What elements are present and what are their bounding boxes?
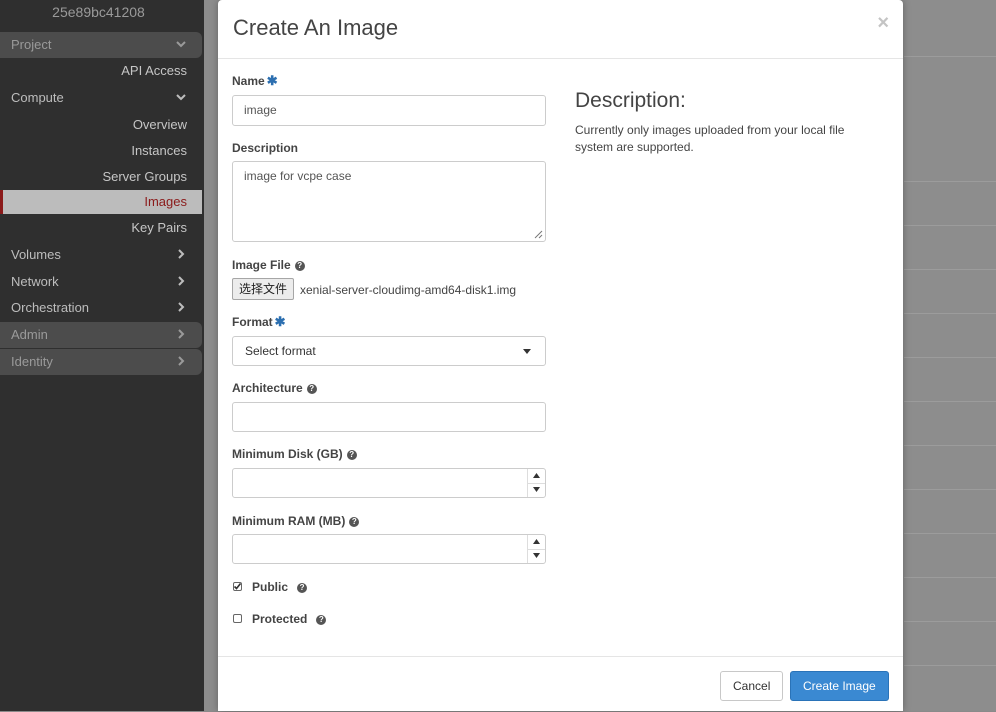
- stepper-up-icon[interactable]: [528, 535, 545, 550]
- modal-header: Create An Image ×: [218, 0, 903, 59]
- project-id: 25e89bc41208: [52, 4, 145, 20]
- checkmark-icon: [233, 583, 242, 590]
- protected-label-text: Protected: [252, 612, 308, 626]
- format-label: Format ✱: [232, 314, 286, 330]
- description-value: image for vcpe case: [244, 169, 352, 183]
- divider: [904, 665, 996, 666]
- divider: [904, 56, 996, 57]
- format-select-value: Select format: [245, 344, 316, 358]
- choose-file-button[interactable]: 选择文件: [232, 278, 295, 300]
- name-input[interactable]: image: [232, 95, 546, 126]
- help-panel-title: Description:: [575, 89, 686, 112]
- min-disk-input[interactable]: [232, 468, 546, 498]
- chevron-right-icon: [174, 295, 188, 321]
- selected-file-name: xenial-server-cloudimg-amd64-disk1.img: [300, 283, 517, 297]
- help-icon[interactable]: ?: [297, 583, 308, 593]
- protected-checkbox[interactable]: [233, 614, 242, 623]
- public-checkbox[interactable]: [233, 582, 242, 591]
- divider: [904, 401, 996, 402]
- divider: [904, 313, 996, 314]
- help-icon[interactable]: ?: [316, 615, 327, 625]
- description-textarea[interactable]: image for vcpe case: [232, 161, 546, 242]
- stepper-up-icon[interactable]: [528, 469, 545, 484]
- required-icon: ✱: [274, 314, 286, 329]
- chevron-right-icon: [174, 322, 188, 348]
- name-label-text: Name: [232, 74, 265, 88]
- min-ram-label: Minimum RAM (MB)?: [232, 514, 360, 528]
- required-icon: ✱: [266, 73, 278, 88]
- sidebar-item-identity[interactable]: Identity: [0, 349, 202, 375]
- sidebar-item-key-pairs[interactable]: Key Pairs: [0, 216, 202, 240]
- sidebar-item-label: Compute: [11, 90, 64, 105]
- chevron-right-icon: [174, 269, 188, 295]
- cancel-button[interactable]: Cancel: [720, 671, 784, 701]
- divider: [904, 577, 996, 578]
- architecture-label-text: Architecture: [232, 381, 303, 395]
- create-image-button[interactable]: Create Image: [790, 671, 889, 701]
- stepper-down-icon[interactable]: [528, 483, 545, 497]
- public-label-text: Public: [252, 580, 289, 594]
- stepper-down-icon[interactable]: [528, 549, 545, 563]
- divider: [904, 181, 996, 182]
- chevron-right-icon: [174, 242, 188, 268]
- sidebar-item-project[interactable]: Project: [0, 32, 202, 58]
- sidebar-item-label: Network: [11, 274, 59, 289]
- help-icon[interactable]: ?: [306, 384, 317, 394]
- divider: [904, 269, 996, 270]
- format-select[interactable]: Select format: [232, 336, 546, 366]
- sidebar-item-images[interactable]: Images: [0, 190, 202, 214]
- chevron-down-icon: [174, 32, 188, 58]
- format-label-text: Format: [232, 315, 273, 329]
- image-file-label: Image File?: [232, 258, 305, 272]
- sidebar-item-overview[interactable]: Overview: [0, 113, 202, 137]
- protected-label: Protected?: [252, 612, 327, 626]
- sidebar-item-label: Admin: [11, 327, 48, 342]
- min-ram-stepper[interactable]: [527, 535, 545, 563]
- caret-down-icon: [523, 349, 531, 354]
- sidebar-item-server-groups[interactable]: Server Groups: [0, 165, 202, 189]
- help-panel-text: Currently only images uploaded from your…: [575, 123, 845, 154]
- divider: [904, 621, 996, 622]
- sidebar-item-volumes[interactable]: Volumes: [0, 242, 202, 268]
- chevron-down-icon: [174, 85, 188, 111]
- sidebar-item-instances[interactable]: Instances: [0, 139, 202, 163]
- sidebar-item-admin[interactable]: Admin: [0, 322, 202, 348]
- sidebar-item-api-access[interactable]: API Access: [0, 59, 202, 83]
- min-ram-label-text: Minimum RAM (MB): [232, 514, 346, 528]
- close-icon[interactable]: ×: [877, 12, 889, 35]
- resize-handle-icon[interactable]: [534, 230, 543, 239]
- help-icon[interactable]: ?: [349, 517, 360, 527]
- sidebar-item-label: Orchestration: [11, 300, 90, 315]
- image-file-label-text: Image File: [232, 258, 291, 272]
- min-disk-stepper[interactable]: [527, 469, 545, 497]
- help-icon[interactable]: ?: [294, 261, 305, 271]
- sidebar-item-compute[interactable]: Compute: [0, 85, 202, 111]
- divider: [904, 445, 996, 446]
- sidebar: 25e89bc41208 Project API Access Compute …: [0, 0, 204, 711]
- public-label: Public?: [252, 580, 308, 594]
- modal-title: Create An Image: [233, 15, 399, 40]
- min-ram-input[interactable]: [232, 534, 546, 564]
- sidebar-item-orchestration[interactable]: Orchestration: [0, 295, 202, 321]
- name-label: Name ✱: [232, 73, 278, 89]
- divider: [904, 489, 996, 490]
- sidebar-item-label: Identity: [11, 354, 53, 369]
- min-disk-label: Minimum Disk (GB)?: [232, 447, 357, 461]
- help-icon[interactable]: ?: [346, 450, 357, 460]
- architecture-label: Architecture?: [232, 381, 317, 395]
- divider: [904, 533, 996, 534]
- divider: [904, 225, 996, 226]
- sidebar-item-label: Volumes: [11, 247, 61, 262]
- architecture-input[interactable]: [232, 402, 546, 432]
- min-disk-label-text: Minimum Disk (GB): [232, 447, 343, 461]
- sidebar-item-network[interactable]: Network: [0, 269, 202, 295]
- description-label: Description: [232, 141, 299, 155]
- divider: [904, 357, 996, 358]
- create-image-modal: Create An Image × Name ✱ image Descriptio…: [218, 0, 903, 711]
- sidebar-item-label: Project: [11, 37, 52, 52]
- chevron-right-icon: [174, 349, 188, 375]
